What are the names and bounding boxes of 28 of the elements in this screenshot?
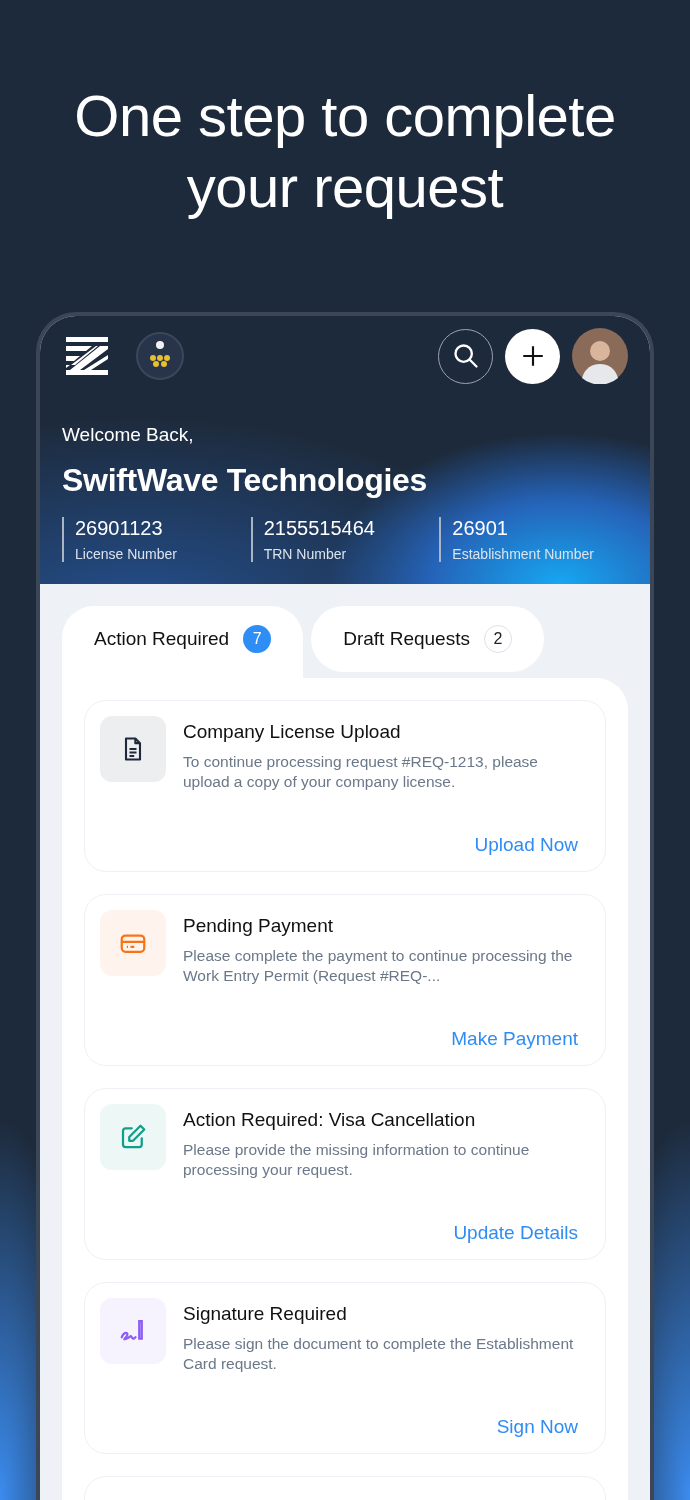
request-description: To continue processing request #REQ-1213, please upload a copy of your company license. xyxy=(183,752,539,792)
headline: One step to complete your request xyxy=(73,82,617,221)
request-description: Please provide the missing information to continue processing your request. xyxy=(183,1140,531,1180)
request-title: Action Required: Visa Cancellation xyxy=(183,1109,477,1131)
action-link[interactable]: Update Details xyxy=(453,1222,578,1244)
stat-label: Establishment Number xyxy=(452,546,595,562)
company-name: SwiftWave Technologies xyxy=(62,462,428,499)
stat-value: 26901123 xyxy=(75,517,164,540)
stat-value: 26901 xyxy=(452,517,509,540)
stat-label: TRN Number xyxy=(263,546,348,562)
stat-label: License Number xyxy=(75,546,178,562)
action-link[interactable]: Sign Now xyxy=(496,1416,578,1438)
action-link[interactable]: Make Payment xyxy=(451,1028,578,1050)
welcome-text: Welcome Back, xyxy=(62,424,195,446)
request-title: Company License Upload xyxy=(183,721,402,743)
avatar[interactable] xyxy=(572,328,628,384)
add-button[interactable] xyxy=(505,328,560,384)
stat-value: 2155515464 xyxy=(263,517,376,540)
search-icon xyxy=(451,342,480,370)
request-title: Pending Payment xyxy=(183,915,334,937)
request-description: Please complete the payment to continue processing the Work Entry Permit (Request #REQ-... xyxy=(183,946,574,986)
menu-icon[interactable] xyxy=(66,337,108,375)
tab[interactable]: Action Required 7 xyxy=(62,606,304,678)
action-link[interactable]: Upload Now xyxy=(474,834,578,856)
request-title: Signature Required xyxy=(183,1303,348,1325)
emblem-icon xyxy=(136,332,184,380)
tab[interactable]: Draft Requests 2 xyxy=(311,606,544,672)
request-description: Please sign the document to complete the Establishment Card request. xyxy=(183,1334,575,1374)
